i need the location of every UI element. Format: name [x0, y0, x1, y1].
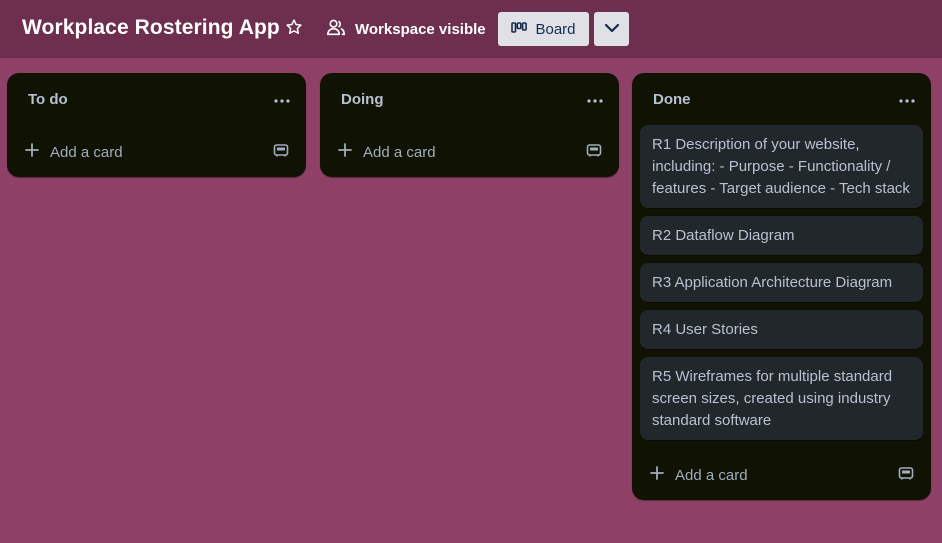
list-done: Done R1 Description of your website, inc… — [632, 73, 931, 500]
board-view-button[interactable]: Board — [498, 12, 589, 46]
list-footer: Add a card — [632, 448, 931, 500]
create-from-template-button[interactable] — [895, 464, 917, 486]
add-card-button[interactable]: Add a card — [25, 140, 123, 164]
board-columns-icon — [511, 21, 528, 38]
plus-icon — [650, 466, 664, 484]
board-view-label: Board — [535, 20, 576, 38]
list-header: To do — [7, 73, 306, 125]
add-card-button[interactable]: Add a card — [338, 140, 436, 164]
create-from-template-button[interactable] — [583, 141, 605, 163]
more-dots-icon — [587, 90, 603, 108]
view-switcher-dropdown[interactable] — [594, 12, 629, 46]
chevron-down-icon — [604, 20, 620, 38]
more-dots-icon — [274, 90, 290, 108]
star-button[interactable] — [282, 17, 306, 41]
list-title[interactable]: Doing — [341, 91, 384, 108]
board-header: Workplace Rostering App Workspace visibl… — [0, 0, 942, 58]
workspace-visibility-label: Workspace visible — [355, 20, 486, 38]
card[interactable]: R3 Application Architecture Diagram — [640, 263, 923, 302]
list-header: Doing — [320, 73, 619, 125]
list-title[interactable]: Done — [653, 91, 691, 108]
list-menu-button[interactable] — [583, 87, 607, 111]
plus-icon — [25, 143, 39, 161]
template-icon — [273, 143, 289, 162]
board-title[interactable]: Workplace Rostering App — [22, 16, 280, 40]
plus-icon — [338, 143, 352, 161]
list-title[interactable]: To do — [28, 91, 68, 108]
more-dots-icon — [899, 90, 915, 108]
add-card-label: Add a card — [675, 466, 748, 484]
list-to-do: To do Add a card — [7, 73, 306, 177]
card[interactable]: R4 User Stories — [640, 310, 923, 349]
add-card-label: Add a card — [50, 143, 123, 161]
list-header: Done — [632, 73, 931, 125]
add-card-label: Add a card — [363, 143, 436, 161]
list-menu-button[interactable] — [895, 87, 919, 111]
star-icon — [285, 18, 303, 41]
card-list: R1 Description of your website, includin… — [632, 125, 931, 440]
list-menu-button[interactable] — [270, 87, 294, 111]
template-icon — [898, 466, 914, 485]
card[interactable]: R5 Wireframes for multiple standard scre… — [640, 357, 923, 440]
template-icon — [586, 143, 602, 162]
list-doing: Doing Add a card — [320, 73, 619, 177]
add-card-button[interactable]: Add a card — [650, 463, 748, 487]
list-footer: Add a card — [7, 125, 306, 177]
create-from-template-button[interactable] — [270, 141, 292, 163]
people-icon — [326, 18, 346, 40]
card[interactable]: R2 Dataflow Diagram — [640, 216, 923, 255]
list-footer: Add a card — [320, 125, 619, 177]
workspace-visibility-button[interactable]: Workspace visible — [326, 15, 486, 43]
card[interactable]: R1 Description of your website, includin… — [640, 125, 923, 208]
